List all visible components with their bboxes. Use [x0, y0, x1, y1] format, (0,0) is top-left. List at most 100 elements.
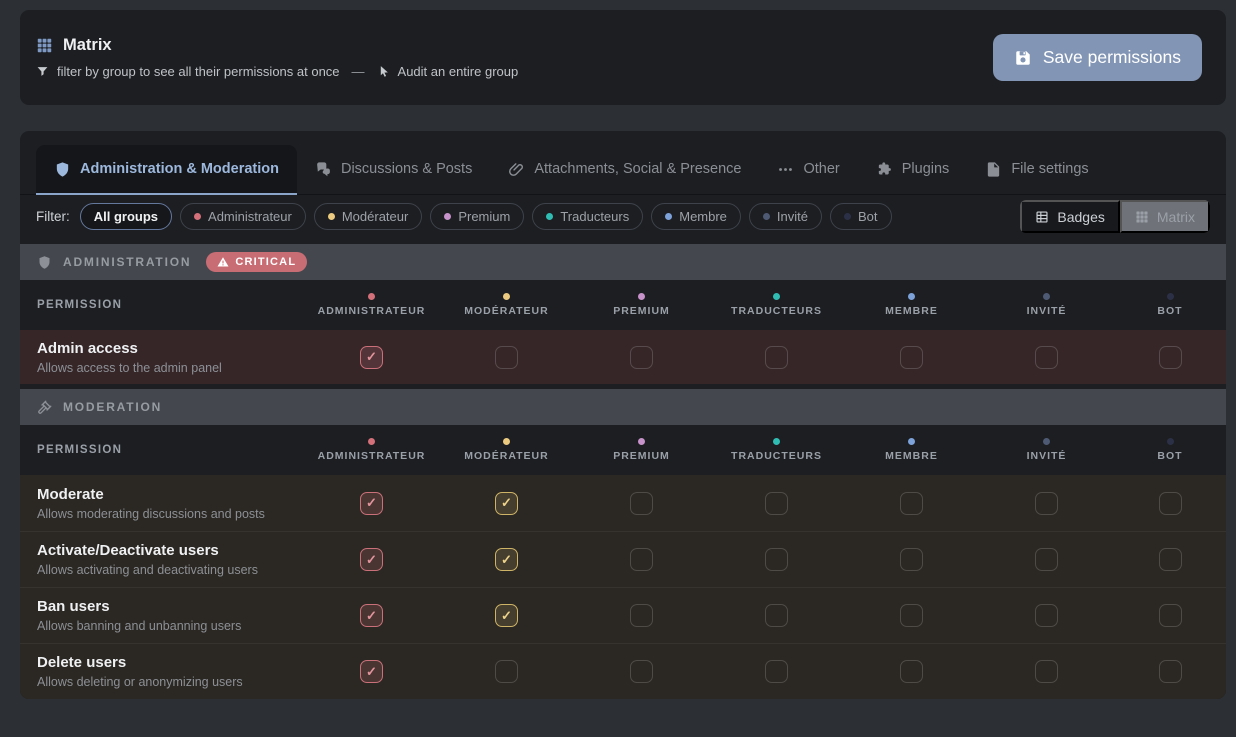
tab-label: Other	[803, 161, 839, 177]
group-column-header-premium: PREMIUM	[574, 293, 709, 317]
group-color-dot	[546, 213, 553, 220]
checkbox-cell	[844, 492, 979, 515]
permission-checkbox-delete-users-bot[interactable]	[1159, 660, 1182, 683]
permission-checkbox-activate-deactivate-users-membre[interactable]	[900, 548, 923, 571]
table-header-row: PERMISSIONADMINISTRATEURMODÉRATEURPREMIU…	[20, 280, 1226, 330]
permission-row-admin-access: Admin accessAllows access to the admin p…	[20, 330, 1226, 384]
permission-checkbox-activate-deactivate-users-traducteurs[interactable]	[765, 548, 788, 571]
filter-funnel-icon	[36, 65, 49, 78]
filter-pill-mod-rateur[interactable]: Modérateur	[314, 203, 422, 230]
checkbox-cell: ✓	[439, 492, 574, 515]
group-color-dot	[638, 438, 645, 445]
group-column-label: BOT	[1157, 450, 1182, 462]
view-toggle-badges[interactable]: Badges	[1020, 200, 1119, 233]
permissions-matrix-table: ADMINISTRATIONCRITICALPERMISSIONADMINIST…	[20, 244, 1226, 699]
checkbox-cell	[979, 346, 1114, 369]
checkbox-cell: ✓	[304, 346, 439, 369]
permission-checkbox-admin-access-administrateur[interactable]: ✓	[360, 346, 383, 369]
save-permissions-button[interactable]: Save permissions	[993, 34, 1202, 81]
permission-checkbox-moderate-premium[interactable]	[630, 492, 653, 515]
shield-icon	[37, 255, 52, 270]
checkbox-cell	[1114, 604, 1226, 627]
section-header-administration: ADMINISTRATIONCRITICAL	[20, 244, 1226, 280]
filter-pill-premium[interactable]: Premium	[430, 203, 524, 230]
group-color-dot	[368, 293, 375, 300]
filter-pill-label: Bot	[858, 209, 878, 224]
permission-checkbox-ban-users-membre[interactable]	[900, 604, 923, 627]
group-column-header-membre: MEMBRE	[844, 438, 979, 462]
filter-pill-bot[interactable]: Bot	[830, 203, 892, 230]
permission-checkbox-ban-users-traducteurs[interactable]	[765, 604, 788, 627]
permission-checkbox-delete-users-traducteurs[interactable]	[765, 660, 788, 683]
permission-column-header: PERMISSION	[20, 299, 304, 311]
permission-checkbox-ban-users-mod-rateur[interactable]: ✓	[495, 604, 518, 627]
permission-checkbox-delete-users-membre[interactable]	[900, 660, 923, 683]
permission-checkbox-ban-users-premium[interactable]	[630, 604, 653, 627]
permission-checkbox-admin-access-traducteurs[interactable]	[765, 346, 788, 369]
checkbox-cell	[709, 604, 844, 627]
permission-checkbox-moderate-traducteurs[interactable]	[765, 492, 788, 515]
permission-checkbox-ban-users-administrateur[interactable]: ✓	[360, 604, 383, 627]
cursor-pointer-icon	[377, 65, 390, 78]
permission-checkbox-activate-deactivate-users-invit[interactable]	[1035, 548, 1058, 571]
filter-pill-traducteurs[interactable]: Traducteurs	[532, 203, 643, 230]
permission-checkbox-moderate-administrateur[interactable]: ✓	[360, 492, 383, 515]
permission-checkbox-admin-access-mod-rateur[interactable]	[495, 346, 518, 369]
permission-checkbox-ban-users-invit[interactable]	[1035, 604, 1058, 627]
checkbox-cell	[574, 492, 709, 515]
permission-checkbox-delete-users-administrateur[interactable]: ✓	[360, 660, 383, 683]
file-icon	[985, 161, 1002, 178]
permission-title: Activate/Deactivate users	[37, 542, 304, 559]
permission-checkbox-activate-deactivate-users-bot[interactable]	[1159, 548, 1182, 571]
tab-discussions-posts[interactable]: Discussions & Posts	[297, 145, 490, 195]
group-column-label: MEMBRE	[885, 305, 938, 317]
permission-checkbox-activate-deactivate-users-mod-rateur[interactable]: ✓	[495, 548, 518, 571]
group-column-header-invit: INVITÉ	[979, 293, 1114, 317]
view-toggle-matrix[interactable]: Matrix	[1120, 200, 1210, 233]
permission-row-ban-users: Ban usersAllows banning and unbanning us…	[20, 587, 1226, 643]
permission-checkbox-ban-users-bot[interactable]	[1159, 604, 1182, 627]
permission-checkbox-admin-access-invit[interactable]	[1035, 346, 1058, 369]
permission-row-activate-deactivate-users: Activate/Deactivate usersAllows activati…	[20, 531, 1226, 587]
filter-pill-label: Premium	[458, 209, 510, 224]
filter-pill-administrateur[interactable]: Administrateur	[180, 203, 306, 230]
checkbox-cell	[574, 346, 709, 369]
tab-file-settings[interactable]: File settings	[967, 145, 1106, 195]
tab-attachments-social-presence[interactable]: Attachments, Social & Presence	[490, 145, 759, 195]
checkbox-cell	[709, 548, 844, 571]
permission-cell: Ban usersAllows banning and unbanning us…	[20, 598, 304, 633]
filter-pill-invit[interactable]: Invité	[749, 203, 822, 230]
gavel-icon	[37, 400, 52, 415]
checkbox-cell	[709, 492, 844, 515]
permission-checkbox-admin-access-premium[interactable]	[630, 346, 653, 369]
checkbox-cell	[574, 660, 709, 683]
permission-checkbox-admin-access-membre[interactable]	[900, 346, 923, 369]
group-column-header-administrateur: ADMINISTRATEUR	[304, 438, 439, 462]
page-title: Matrix	[63, 36, 112, 55]
table-header-row: PERMISSIONADMINISTRATEURMODÉRATEURPREMIU…	[20, 425, 1226, 475]
tab-plugins[interactable]: Plugins	[858, 145, 968, 195]
permission-checkbox-moderate-invit[interactable]	[1035, 492, 1058, 515]
tab-other[interactable]: Other	[759, 145, 857, 195]
checkbox-cell: ✓	[304, 548, 439, 571]
matrix-grid-icon	[36, 37, 53, 54]
permission-checkbox-activate-deactivate-users-administrateur[interactable]: ✓	[360, 548, 383, 571]
group-column-label: MODÉRATEUR	[464, 305, 548, 317]
tab-label: Administration & Moderation	[80, 161, 279, 177]
checkbox-cell	[709, 660, 844, 683]
filter-pill-all-groups[interactable]: All groups	[80, 203, 172, 230]
permission-checkbox-admin-access-bot[interactable]	[1159, 346, 1182, 369]
filter-pill-membre[interactable]: Membre	[651, 203, 741, 230]
permission-checkbox-moderate-mod-rateur[interactable]: ✓	[495, 492, 518, 515]
permission-checkbox-delete-users-premium[interactable]	[630, 660, 653, 683]
permission-checkbox-moderate-bot[interactable]	[1159, 492, 1182, 515]
section-title: MODERATION	[63, 400, 162, 414]
group-column-header-mod-rateur: MODÉRATEUR	[439, 293, 574, 317]
permission-checkbox-delete-users-invit[interactable]	[1035, 660, 1058, 683]
tab-administration-moderation[interactable]: Administration & Moderation	[36, 145, 297, 195]
group-color-dot	[908, 438, 915, 445]
view-mode-toggle: BadgesMatrix	[1020, 200, 1210, 233]
permission-checkbox-moderate-membre[interactable]	[900, 492, 923, 515]
permission-checkbox-activate-deactivate-users-premium[interactable]	[630, 548, 653, 571]
permission-checkbox-delete-users-mod-rateur[interactable]	[495, 660, 518, 683]
